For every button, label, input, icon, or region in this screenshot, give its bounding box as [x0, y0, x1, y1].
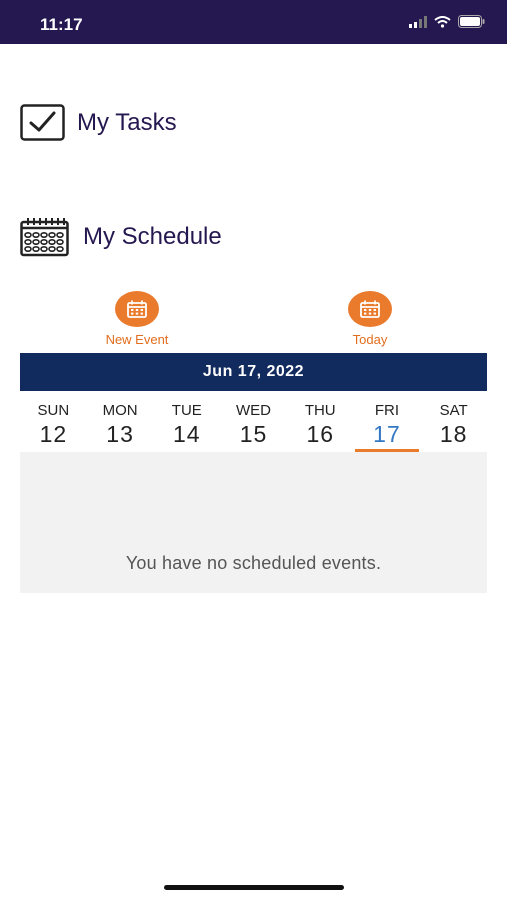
day-name: WED: [236, 402, 272, 419]
new-event-circle: [115, 291, 159, 327]
current-date-banner: Jun 17, 2022: [20, 353, 487, 391]
day-sun[interactable]: SUN 12: [20, 392, 87, 452]
today-label: Today: [352, 332, 388, 347]
calendar-icon: [20, 218, 69, 257]
new-event-label: New Event: [105, 332, 169, 347]
day-name: TUE: [171, 402, 202, 419]
day-number: 17: [373, 421, 401, 447]
day-thu[interactable]: THU 16: [287, 392, 354, 452]
day-number: 12: [39, 421, 68, 447]
my-tasks-row[interactable]: My Tasks: [20, 104, 177, 141]
no-events-message: You have no scheduled events.: [125, 553, 382, 573]
day-number: 18: [439, 421, 468, 447]
my-schedule-row[interactable]: My Schedule: [20, 217, 222, 257]
day-tue[interactable]: TUE 14: [153, 392, 220, 452]
today-circle: [348, 291, 392, 327]
day-number: 15: [239, 421, 268, 447]
status-icons: [409, 15, 485, 28]
calendar-icon: [127, 300, 147, 318]
day-name: SUN: [37, 402, 70, 419]
day-number: 16: [306, 421, 335, 447]
day-mon[interactable]: MON 13: [87, 392, 154, 452]
home-indicator: [164, 885, 344, 890]
checkbox-icon: [20, 104, 65, 141]
day-name: FRI: [374, 402, 400, 419]
my-tasks-title: My Tasks: [77, 108, 177, 136]
week-strip: SUN 12 MON 13 TUE 14 WED 15 THU 16 FRI 17 SAT 18: [20, 392, 487, 452]
status-bar: 11:17: [0, 0, 507, 44]
day-wed[interactable]: WED 15: [220, 392, 287, 452]
day-name: MON: [102, 402, 138, 419]
my-schedule-title: My Schedule: [83, 223, 222, 250]
wifi-icon: [434, 15, 451, 28]
today-button[interactable]: Today: [315, 291, 425, 347]
day-fri[interactable]: FRI 17: [354, 392, 421, 452]
day-name: SAT: [439, 402, 468, 419]
calendar-icon: [360, 300, 380, 318]
day-name: THU: [304, 402, 336, 419]
events-panel: You have no scheduled events.: [20, 452, 487, 593]
status-time: 11:17: [40, 15, 83, 34]
new-event-button[interactable]: New Event: [82, 291, 192, 347]
cellular-signal-icon: [409, 15, 427, 28]
day-number: 13: [106, 421, 134, 447]
day-number: 14: [173, 421, 201, 447]
day-sat[interactable]: SAT 18: [420, 392, 487, 452]
battery-icon: [458, 15, 485, 28]
